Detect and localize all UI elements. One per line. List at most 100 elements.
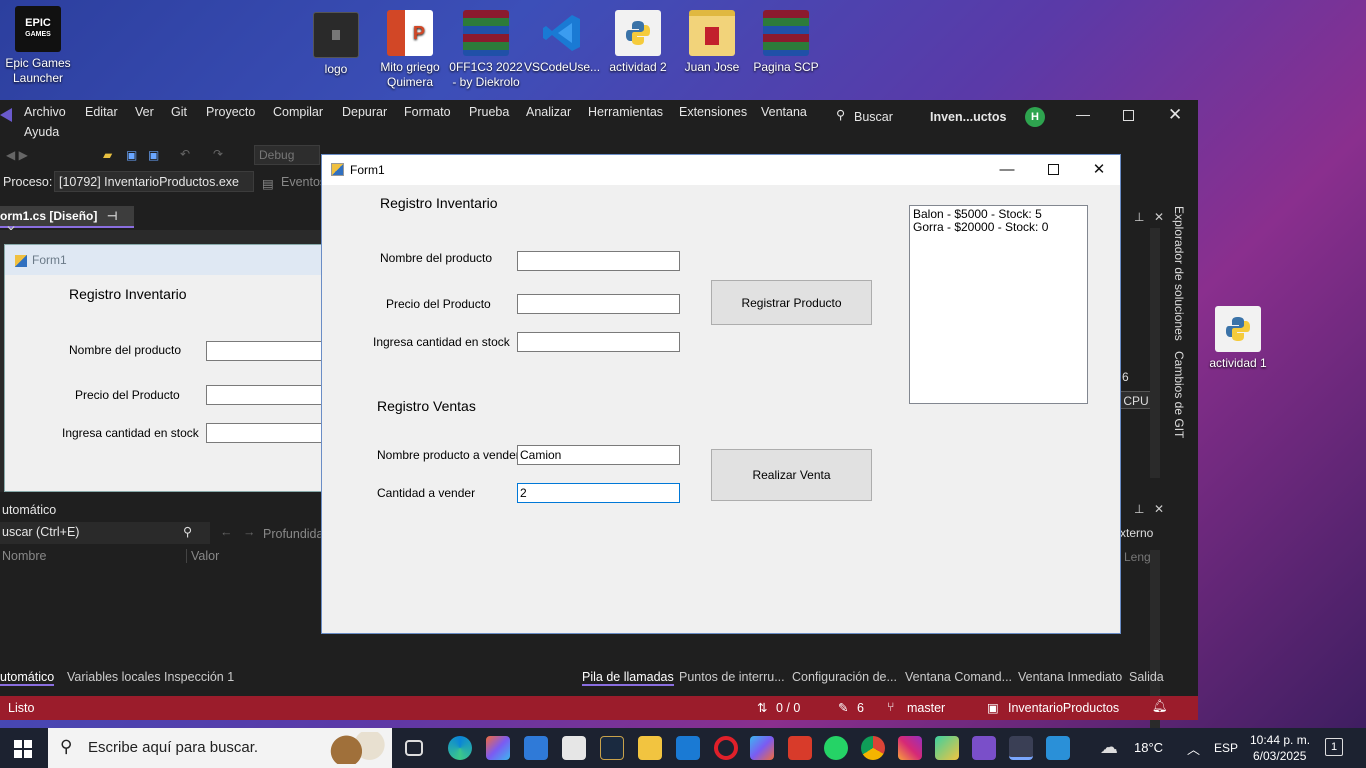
- column-valor[interactable]: Valor: [186, 549, 219, 563]
- form1-maximize-button[interactable]: [1030, 159, 1076, 183]
- form1-minimize-button[interactable]: —: [984, 159, 1030, 183]
- desktop-icon-logo[interactable]: logo: [298, 12, 374, 77]
- tab-command-window[interactable]: Ventana Comand...: [905, 670, 1012, 684]
- language-indicator[interactable]: ESP: [1214, 741, 1238, 755]
- clock-time[interactable]: 10:44 p. m.: [1250, 733, 1310, 747]
- panel-close-icon[interactable]: ✕: [1154, 210, 1164, 224]
- vs-minimize-button[interactable]: —: [1076, 106, 1090, 122]
- vs-search-button[interactable]: Buscar: [854, 110, 893, 124]
- redo-icon[interactable]: ↷: [213, 147, 223, 161]
- menu-depurar[interactable]: Depurar: [342, 105, 387, 119]
- menu-editar[interactable]: Editar: [85, 105, 118, 119]
- status-project[interactable]: InventarioProductos: [1008, 701, 1119, 715]
- status-changes[interactable]: 0 / 0: [776, 701, 800, 715]
- tab-immediate-window[interactable]: Ventana Inmediato: [1018, 670, 1122, 684]
- right-extra-cpu[interactable]: CPU: [1120, 391, 1152, 409]
- tab-automatico[interactable]: utomático: [0, 670, 55, 686]
- tab-output[interactable]: Salida: [1129, 670, 1164, 684]
- notification-icon[interactable]: 1: [1325, 738, 1343, 756]
- weather-temp[interactable]: 18°C: [1134, 740, 1163, 755]
- instagram-icon[interactable]: [898, 736, 922, 760]
- forward-arrow-icon[interactable]: →: [243, 525, 256, 539]
- chrome-icon[interactable]: [861, 736, 885, 760]
- photos-icon[interactable]: [1046, 736, 1070, 760]
- undo-icon[interactable]: ↶: [180, 147, 190, 161]
- form-app-taskbar-icon[interactable]: [1009, 736, 1033, 760]
- desktop-icon-epic-games[interactable]: EPIC GAMES Epic Games Launcher: [0, 6, 76, 86]
- vs-maximize-button[interactable]: [1123, 110, 1134, 121]
- menu-proyecto[interactable]: Proyecto: [206, 105, 255, 119]
- menu-herramientas[interactable]: Herramientas: [588, 105, 663, 119]
- tab-breakpoints[interactable]: Puntos de interru...: [679, 670, 785, 684]
- edge-icon[interactable]: [448, 736, 472, 760]
- tab-inspeccion-1[interactable]: Inspección 1: [164, 670, 234, 684]
- products-listbox[interactable]: Balon - $5000 - Stock: 5 Gorra - $20000 …: [909, 205, 1088, 404]
- designer-form1[interactable]: Form1 Registro Inventario Nombre del pro…: [4, 244, 324, 492]
- tab-git-changes[interactable]: Cambios de GIT: [1172, 351, 1186, 438]
- menu-ventana[interactable]: Ventana: [761, 105, 807, 119]
- status-branch[interactable]: master: [907, 701, 945, 715]
- pencil-icon[interactable]: ✎: [838, 700, 848, 715]
- save-all-icon[interactable]: ▣: [148, 148, 159, 162]
- desktop-icon-actividad-2[interactable]: actividad 2: [600, 10, 676, 75]
- back-arrow-icon[interactable]: ←: [220, 525, 233, 539]
- office-icon[interactable]: [788, 736, 812, 760]
- panel-pin-icon[interactable]: ⊥: [1134, 210, 1144, 224]
- menu-git[interactable]: Git: [171, 105, 187, 119]
- file-explorer-icon[interactable]: [638, 736, 662, 760]
- league-icon[interactable]: [600, 736, 624, 760]
- save-icon[interactable]: ▣: [126, 148, 137, 162]
- menu-formato[interactable]: Formato: [404, 105, 451, 119]
- pin-icon[interactable]: ⊣: [107, 209, 118, 223]
- status-pencil-count[interactable]: 6: [857, 701, 864, 715]
- scrollbar[interactable]: [1150, 228, 1160, 478]
- desktop-icon-powerpoint[interactable]: P Mito griego Quimera: [372, 10, 448, 90]
- config-dropdown[interactable]: Debug: [254, 145, 320, 165]
- menu-ver[interactable]: Ver: [135, 105, 154, 119]
- back-icon[interactable]: ◀ ▶: [6, 148, 28, 162]
- taskbar-search[interactable]: ⚲ Escribe aquí para buscar.: [48, 728, 392, 768]
- search-icon[interactable]: ⚲: [183, 524, 192, 539]
- weather-icon[interactable]: ☁: [1100, 737, 1118, 758]
- list-item[interactable]: Gorra - $20000 - Stock: 0: [913, 221, 1084, 234]
- repo-icon[interactable]: ▣: [987, 700, 999, 715]
- input-stock[interactable]: [517, 332, 680, 352]
- menu-analizar[interactable]: Analizar: [526, 105, 571, 119]
- whatsapp-icon[interactable]: [824, 736, 848, 760]
- panel-pin-icon[interactable]: ⊥: [1134, 502, 1144, 516]
- copilot-icon[interactable]: [486, 736, 510, 760]
- visual-studio-taskbar-icon[interactable]: [972, 736, 996, 760]
- menu-compilar[interactable]: Compilar: [273, 105, 323, 119]
- input-producto-vender[interactable]: [517, 445, 680, 465]
- windows-start-icon[interactable]: [14, 740, 32, 758]
- tab-variables-locales[interactable]: Variables locales: [67, 670, 161, 684]
- tab-solution-explorer[interactable]: Explorador de soluciones: [1172, 206, 1186, 341]
- menu-extensiones[interactable]: Extensiones: [679, 105, 747, 119]
- store-icon[interactable]: [562, 736, 586, 760]
- menu-archivo[interactable]: Archivo: [24, 105, 66, 119]
- desktop-icon-vscode[interactable]: VSCodeUse...: [524, 10, 600, 75]
- task-view-icon[interactable]: [405, 740, 423, 756]
- make-sale-button[interactable]: Realizar Venta: [711, 449, 872, 501]
- desktop-icon-actividad-1[interactable]: actividad 1: [1200, 306, 1276, 371]
- menu-prueba[interactable]: Prueba: [469, 105, 509, 119]
- tab-call-stack[interactable]: Pila de llamadas: [582, 670, 674, 686]
- open-folder-icon[interactable]: ▰: [103, 148, 112, 162]
- designer-textbox-nombre[interactable]: [206, 341, 324, 361]
- vs-search-icon[interactable]: ⚲: [836, 107, 845, 122]
- autos-search-input[interactable]: uscar (Ctrl+E): [0, 522, 210, 544]
- menu-ayuda[interactable]: Ayuda: [24, 125, 59, 139]
- opera-icon[interactable]: [714, 736, 738, 760]
- desktop-icon-winrar-1[interactable]: 0FF1C3 2022 - by Diekrolo: [448, 10, 524, 90]
- vscode-taskbar-icon[interactable]: [676, 736, 700, 760]
- desktop-icon-juan-jose[interactable]: Juan Jose: [674, 10, 750, 75]
- input-cantidad-vender[interactable]: [517, 483, 680, 503]
- sync-icon[interactable]: ⇅: [757, 700, 767, 715]
- column-nombre[interactable]: Nombre: [2, 549, 46, 563]
- tab-config[interactable]: Configuración de...: [792, 670, 897, 684]
- bell-icon[interactable]: 🔔︎: [1152, 699, 1168, 714]
- game-icon[interactable]: [935, 736, 959, 760]
- branch-icon[interactable]: ⑂: [887, 700, 895, 714]
- events-button[interactable]: Eventos: [281, 175, 326, 189]
- clock-date[interactable]: 6/03/2025: [1253, 749, 1306, 763]
